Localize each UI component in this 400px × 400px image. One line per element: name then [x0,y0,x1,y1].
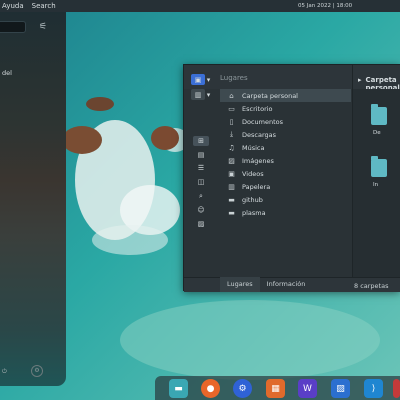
place-item[interactable]: ▯ Documentos [220,115,351,128]
chevron-down-icon[interactable]: ▾ [205,74,212,85]
place-label: Documentos [242,117,284,126]
place-label: plasma [242,208,266,217]
folder-icon[interactable] [371,156,387,177]
launcher-search-input[interactable] [0,21,26,33]
home-icon: ⌂ [229,91,234,100]
menu-ayuda[interactable]: Ayuda [0,2,30,10]
document-icon: ▯ [229,117,234,126]
place-label: Carpeta personal [242,91,298,100]
file-view[interactable]: De In [353,89,400,277]
application-launcher: ⚟ del ⏻ ⚙ [0,12,66,386]
tag-icon[interactable]: ▤ [193,150,209,160]
place-item[interactable]: ▣ Videos [220,167,351,180]
vscode-icon[interactable]: ⟩ [364,379,383,398]
place-label: Papelera [242,182,271,191]
image-icon[interactable]: ▨ [193,219,209,229]
place-item[interactable]: ⤓ Descargas [220,128,351,141]
status-text: 8 carpetas [354,282,389,290]
columns-icon[interactable]: ◫ [193,177,209,187]
place-item[interactable]: ▬ plasma [220,206,351,219]
places-toggle-icon[interactable]: ▣ [191,74,205,85]
tab-lugares[interactable]: Lugares [220,277,260,292]
place-item[interactable]: ▭ Escritorio [220,102,351,115]
sidebar-vertical-tabs: ⊞ ▤ ☰ ◫ ⌕ ☺ ▨ [184,89,218,277]
launcher-settings-icon[interactable]: ⚙ [31,365,43,377]
place-item[interactable]: ▨ Imágenes [220,154,351,167]
file-manager-icon[interactable]: ▬ [169,379,188,398]
place-label: Música [242,143,265,152]
firefox-icon[interactable]: ● [201,379,220,398]
grid-icon[interactable]: ⊞ [193,136,209,146]
place-item[interactable]: ♫ Música [220,141,351,154]
desktop-icon: ▭ [228,104,235,113]
search-icon[interactable]: ⌕ [193,191,209,201]
image-icon: ▨ [228,156,235,165]
folder-icon[interactable] [371,104,387,125]
folder-label[interactable]: De [373,130,381,136]
folder-icon: ▬ [228,195,235,204]
clock[interactable]: 05 Jan 2022 | 18:00 [298,0,352,12]
place-item[interactable]: ▥ Papelera [220,180,351,193]
launcher-item-label[interactable]: del [2,67,42,79]
folder-label[interactable]: In [373,182,378,188]
sliders-icon[interactable]: ⚟ [37,21,49,33]
folder-icon: ▬ [228,208,235,217]
app-grid-icon[interactable]: ▦ [266,379,285,398]
list-icon[interactable]: ☰ [193,163,209,173]
emoji-icon[interactable]: ☺ [193,205,209,215]
sidebar-bottom-tabs: Lugares Información [220,277,312,292]
tab-informacion[interactable]: Información [260,277,313,292]
place-label: Descargas [242,130,277,139]
music-icon: ♫ [228,143,235,152]
image-viewer-icon[interactable]: ▨ [331,379,350,398]
writer-icon[interactable]: W [298,379,317,398]
video-icon: ▣ [228,169,235,178]
terminal-icon[interactable] [393,379,400,398]
place-label: Imágenes [242,156,274,165]
top-panel: Ayuda Search 05 Jan 2022 | 18:00 [0,0,400,12]
trash-icon: ▥ [228,182,235,191]
power-icon[interactable]: ⏻ [2,368,7,376]
places-header: Lugares [220,74,248,82]
place-item[interactable]: ⌂ Carpeta personal [220,89,351,102]
download-icon: ⤓ [229,130,234,138]
place-label: Videos [242,169,264,178]
place-item[interactable]: ▬ github [220,193,351,206]
file-manager-window: ▣ ▾ ▥ ▾ ⊞ ▤ ☰ ◫ ⌕ ☺ ▨ Lugares ⌂ Carpeta p… [183,64,400,292]
place-label: github [242,195,263,204]
place-label: Escritorio [242,104,273,113]
settings-icon[interactable]: ⚙ [233,379,252,398]
menu-search[interactable]: Search [30,2,62,10]
dock: ▬ ● ⚙ ▦ W ▨ ⟩ [155,376,400,400]
